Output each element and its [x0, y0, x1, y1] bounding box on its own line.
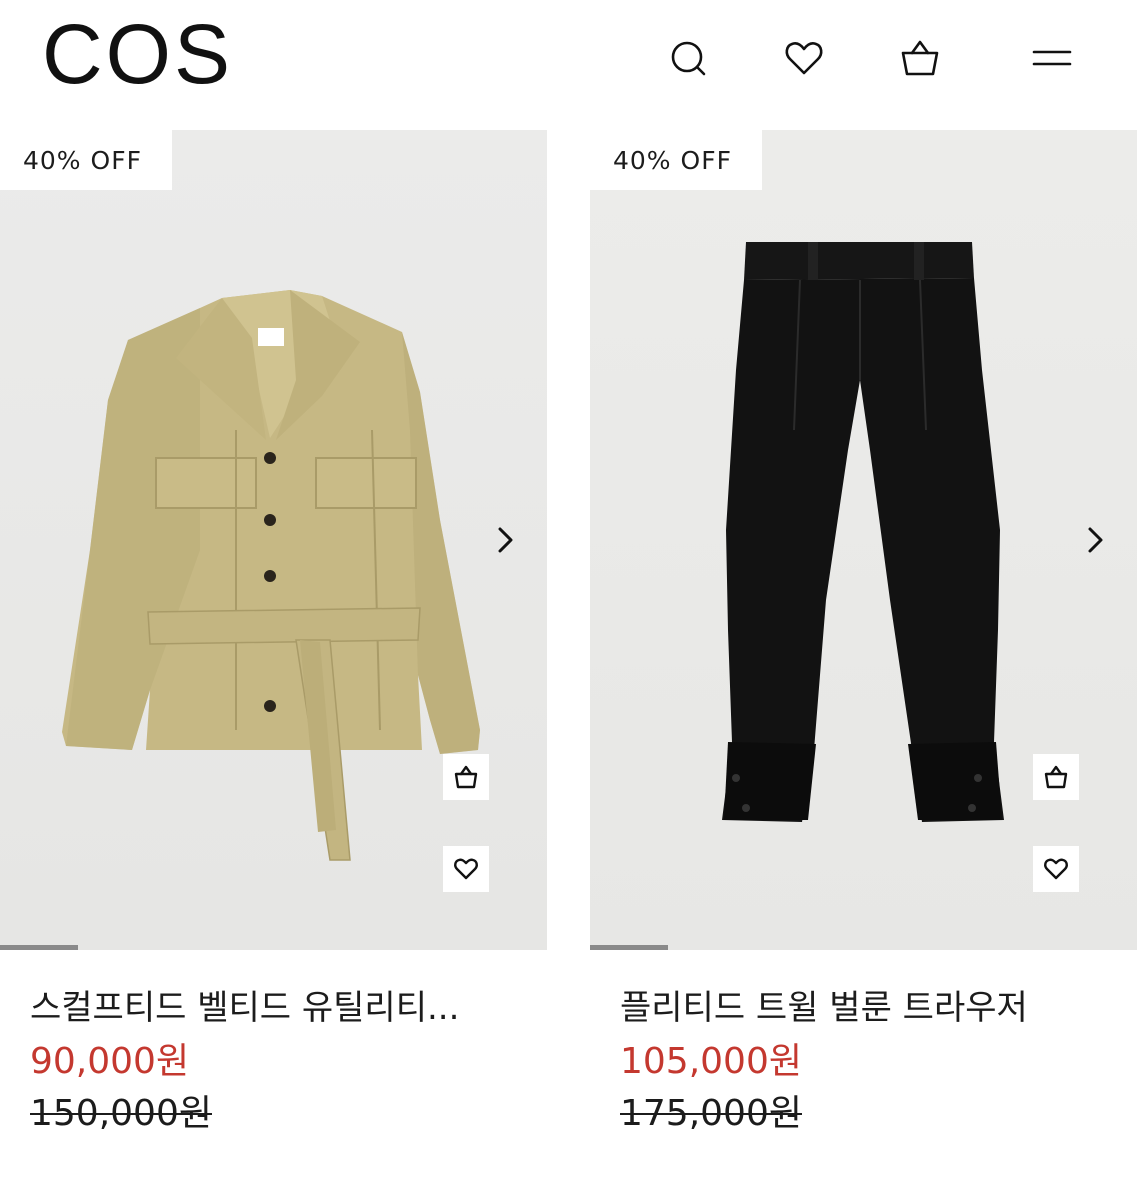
- carousel-progress: [0, 945, 547, 950]
- shopping-bag-icon: [1044, 765, 1068, 789]
- discount-badge: 40% OFF: [0, 130, 172, 190]
- product-card[interactable]: 40% OFF 플리티드 트윌 벌룬 트라우저 105,000원 175,000…: [590, 130, 1137, 1140]
- add-to-wishlist-button[interactable]: [1033, 846, 1079, 892]
- search-icon[interactable]: [664, 34, 712, 82]
- original-price: 175,000원: [620, 1093, 802, 1134]
- shopping-bag-icon: [454, 765, 478, 789]
- brand-logo[interactable]: COS: [42, 12, 233, 96]
- add-to-wishlist-button[interactable]: [443, 846, 489, 892]
- original-price: 150,000원: [30, 1093, 212, 1134]
- add-to-bag-button[interactable]: [443, 754, 489, 800]
- next-image-arrow[interactable]: [1081, 520, 1109, 560]
- product-name[interactable]: 플리티드 트윌 벌룬 트라우저: [590, 980, 1110, 1036]
- product-image[interactable]: 40% OFF: [590, 130, 1137, 950]
- add-to-bag-button[interactable]: [1033, 754, 1079, 800]
- product-image[interactable]: 40% OFF: [0, 130, 547, 950]
- discount-badge: 40% OFF: [590, 130, 762, 190]
- heart-icon: [1044, 858, 1068, 880]
- heart-icon[interactable]: [780, 34, 828, 82]
- product-card[interactable]: 40% OFF 스컬프티드 벨티드 유틸리티... 90,000원 150,00…: [0, 130, 547, 1140]
- product-name[interactable]: 스컬프티드 벨티드 유틸리티...: [0, 980, 500, 1036]
- sale-price: 90,000원: [30, 1041, 190, 1082]
- carousel-progress: [590, 945, 1137, 950]
- top-header: COS: [0, 0, 1137, 112]
- sale-price: 105,000원: [620, 1041, 802, 1082]
- shopping-bag-icon[interactable]: [896, 34, 944, 82]
- trousers-image: [722, 242, 1004, 822]
- heart-icon: [454, 858, 478, 880]
- jacket-image: [62, 290, 480, 861]
- chevron-right-icon: [1088, 527, 1103, 553]
- chevron-right-icon: [498, 527, 513, 553]
- next-image-arrow[interactable]: [491, 520, 519, 560]
- menu-icon[interactable]: [1028, 34, 1076, 82]
